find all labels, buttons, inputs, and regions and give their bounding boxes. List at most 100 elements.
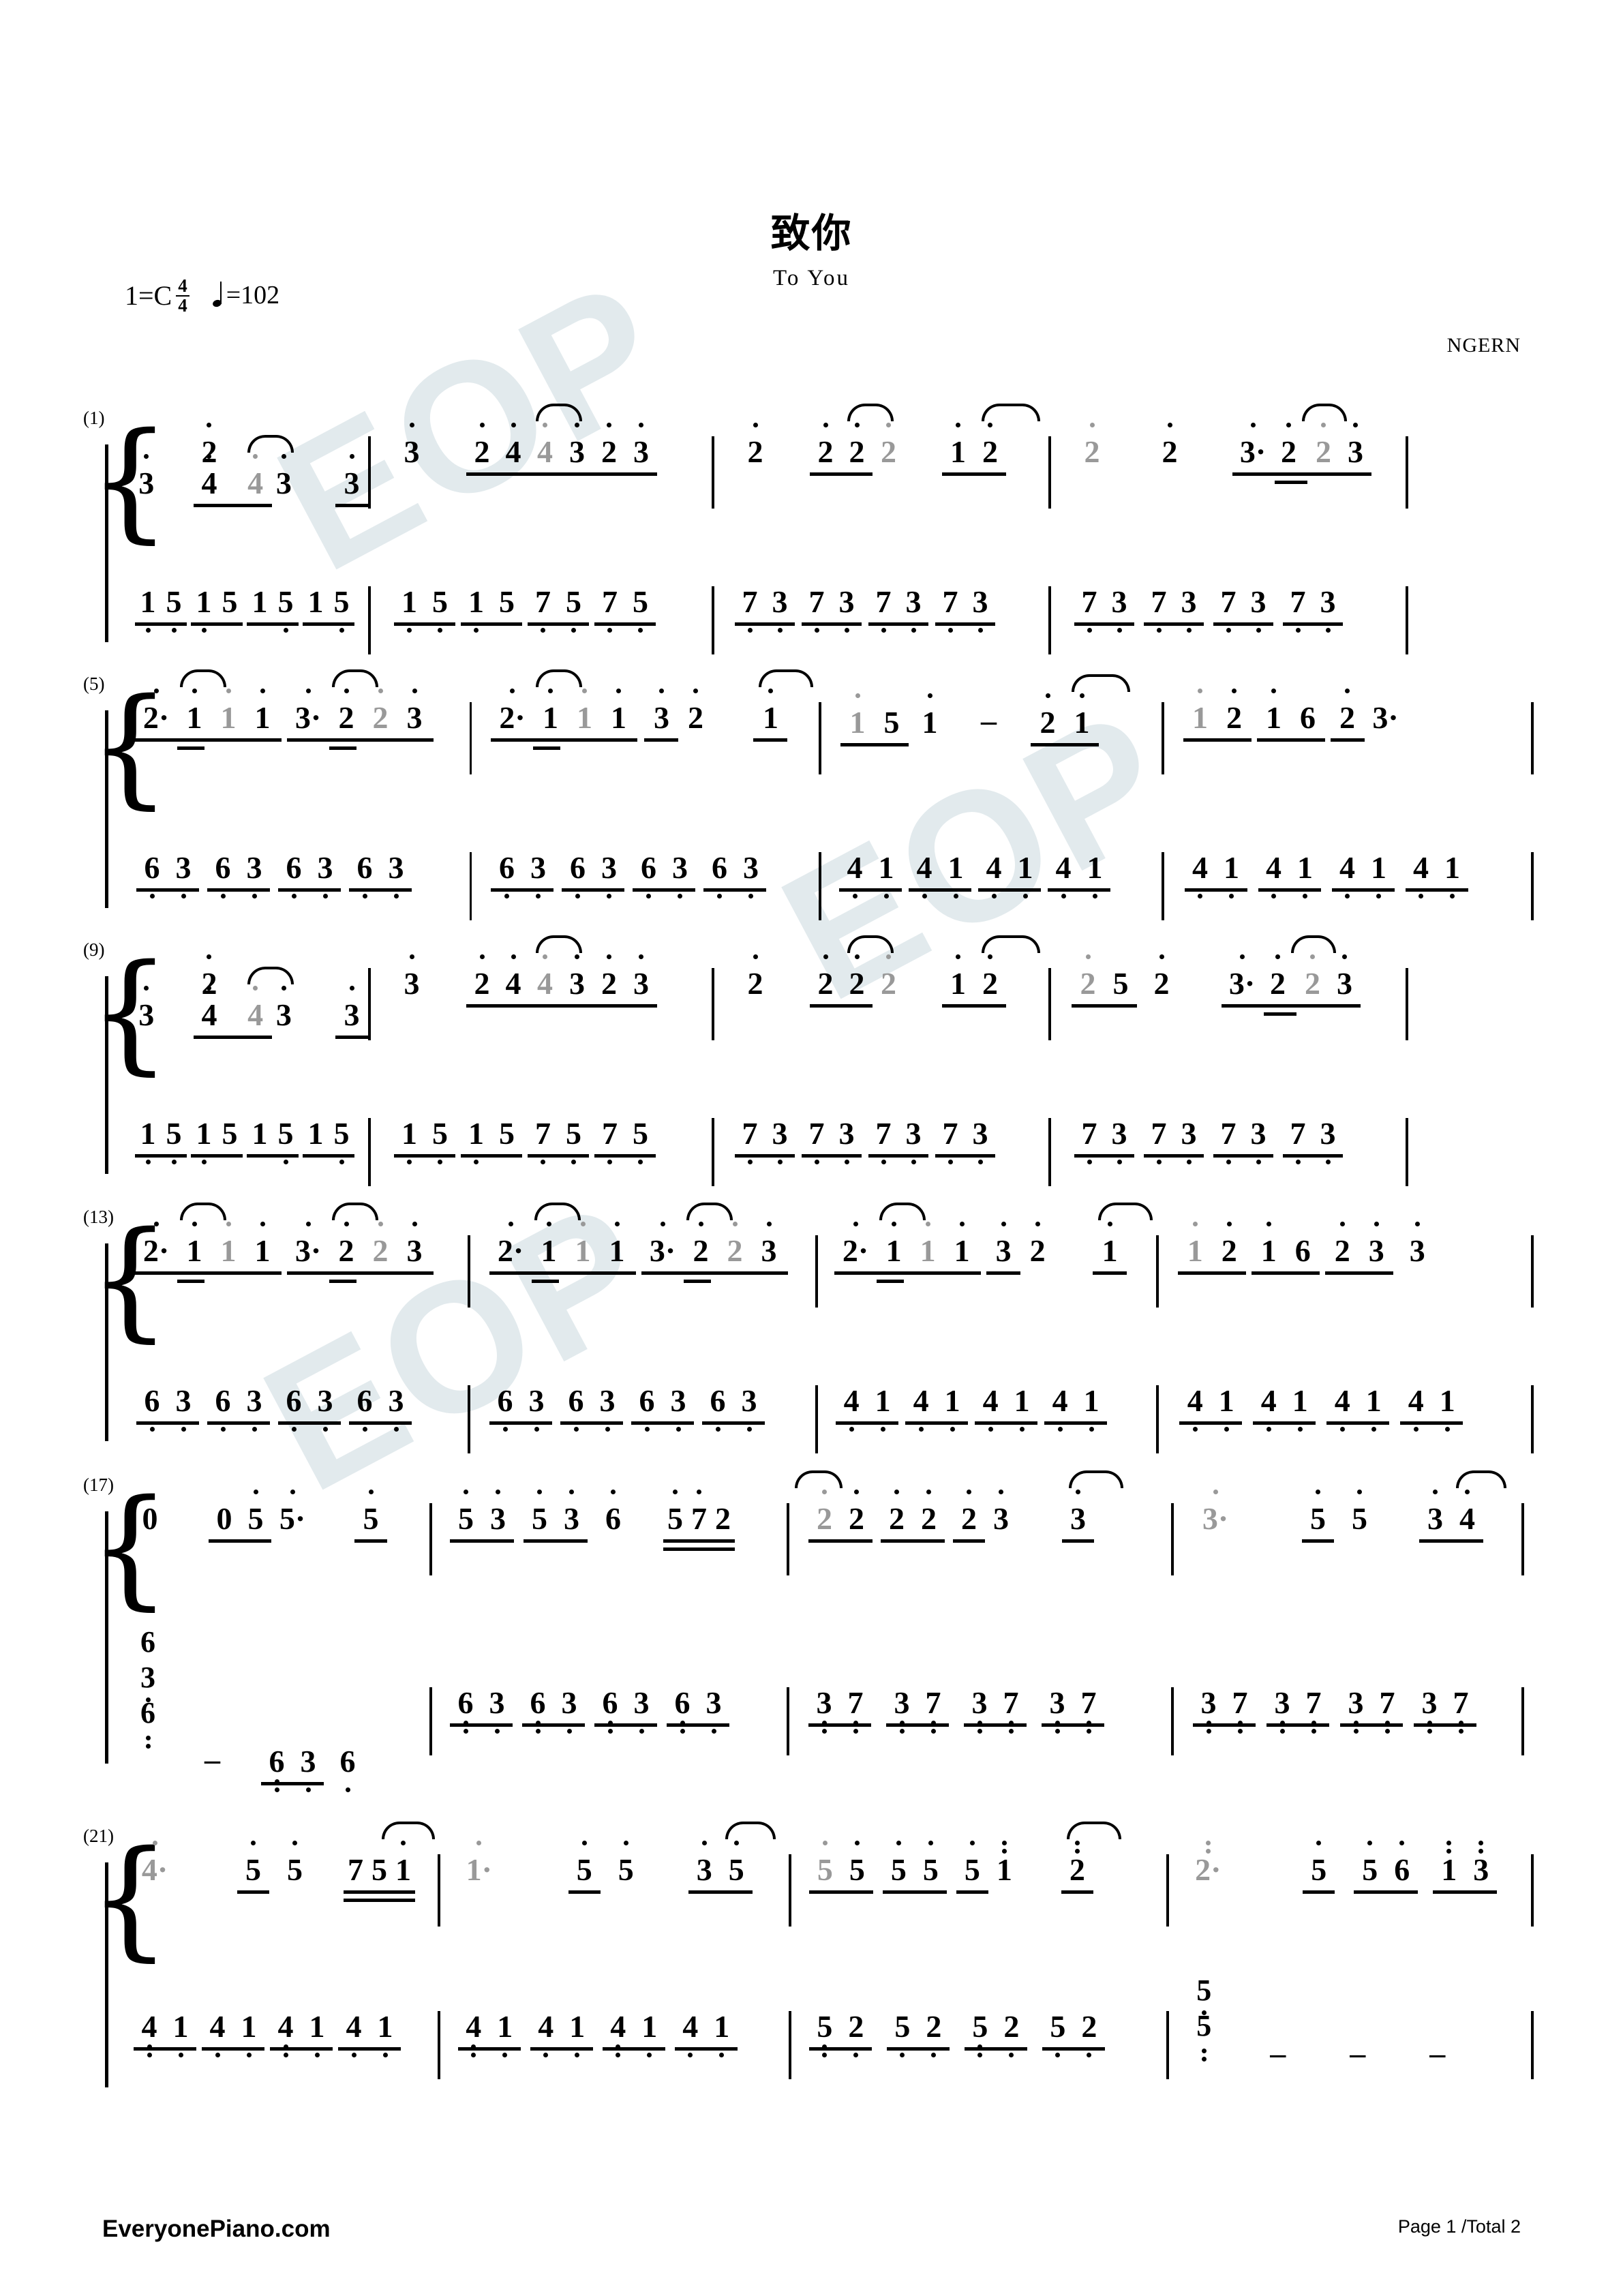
beam (491, 738, 638, 742)
note: 2 (974, 423, 1006, 468)
note: 6 (562, 852, 593, 898)
note: 1 (177, 1222, 211, 1267)
note: 5 (887, 2011, 918, 2057)
note: 3 (965, 586, 995, 633)
note: 5 (841, 1841, 873, 1886)
note: 7 (1213, 586, 1243, 633)
beam (1222, 1004, 1296, 1008)
note: 4 (270, 2011, 301, 2057)
barline (1521, 1503, 1524, 1575)
note: 7 (594, 1118, 625, 1164)
note: 6 (667, 1687, 698, 1734)
beam (1144, 1154, 1204, 1158)
beam (194, 504, 239, 507)
note: 4· (134, 1841, 176, 1886)
beam (1184, 888, 1247, 892)
note: 1 (307, 584, 324, 619)
tie (332, 669, 378, 687)
note: 4 (458, 2011, 489, 2057)
note: 4 (134, 2011, 165, 2057)
note: 3 (1243, 586, 1273, 633)
note: 3 (1193, 1687, 1224, 1734)
note: 4 (1326, 1385, 1358, 1432)
tie (1072, 674, 1130, 692)
beam (1283, 1154, 1343, 1158)
beam (135, 738, 282, 742)
beam (802, 622, 862, 626)
note: 2 (466, 954, 498, 999)
footer-page-info: Page 1 /Total 2 (1397, 2216, 1521, 2237)
note: 3 (1400, 1222, 1434, 1267)
measure-13-bass: 63 63 63 63 (116, 1385, 468, 1432)
measure-20-treble: 3· 5 5 34 (1174, 1470, 1521, 1543)
beam (136, 1421, 199, 1425)
beam (1183, 738, 1252, 742)
beam (1178, 1271, 1247, 1275)
beam (349, 1421, 412, 1425)
note: 2· (489, 1222, 532, 1267)
note: 3 (1104, 1118, 1134, 1164)
note: 1 (1433, 1841, 1465, 1886)
note: 4 (498, 423, 529, 468)
beam (593, 1004, 657, 1008)
note: 1 (1257, 689, 1291, 734)
tie (982, 935, 1040, 953)
measure-18-bass: 63 63 63 63 (432, 1687, 787, 1734)
beam (1213, 1154, 1273, 1158)
measure-1-bass: 15 15 15 15 (116, 584, 368, 633)
measure-4-bass: 73 73 73 73 (1051, 586, 1406, 633)
note: 3 (521, 1385, 552, 1432)
beam (644, 738, 679, 742)
barline (1531, 702, 1534, 774)
beam (344, 1890, 415, 1894)
tempo-value: =102 (226, 281, 280, 309)
note: 2 (840, 2011, 872, 2057)
measure-19-bass: 37 37 37 37 (789, 1687, 1171, 1734)
system-2: (5) { 2· 1 1 1 3· 2 2 3 2· 1 1 1 3 2 1 1… (83, 669, 1534, 927)
beam (344, 1899, 415, 1902)
beam (191, 622, 243, 626)
note: 2 (1212, 1222, 1246, 1267)
note: 3 (986, 1222, 1020, 1267)
beam (457, 2047, 521, 2051)
note: 7 (917, 1687, 949, 1734)
tie (1456, 1470, 1506, 1488)
note: 4 (675, 2011, 706, 2057)
barline (1521, 1687, 1524, 1755)
bass-staff-row-5: 6 3 6 – 63 6 63 63 63 63 37 3 7 3 7 3 7 … (116, 1627, 1534, 1792)
beam (886, 1723, 949, 1727)
note: 3 (664, 852, 695, 898)
note: 6 (349, 852, 380, 898)
measure-12-bass: 73 73 73 73 (1051, 1118, 1406, 1164)
note: 3 (272, 986, 296, 1031)
tempo-marking: =102 (213, 280, 279, 310)
note: 5 (809, 2011, 840, 2057)
note: 3· (287, 1222, 329, 1267)
beam (935, 622, 995, 626)
note: 5 (450, 1490, 482, 1535)
beam (287, 738, 434, 742)
note: 1 (252, 584, 268, 619)
beam (270, 2047, 333, 2051)
beam (882, 1890, 947, 1894)
measure-13-treble: 2· 1 1 1 3· 2 2 3 (116, 1203, 468, 1283)
beam (568, 1890, 601, 1894)
beam (808, 1723, 871, 1727)
note: 2 (1155, 423, 1185, 468)
beam (287, 1271, 434, 1275)
tie (180, 1203, 226, 1220)
note: 3 (964, 1687, 995, 1734)
note: 3 (965, 1118, 995, 1164)
beam (533, 746, 561, 750)
note: 7 (1144, 586, 1174, 633)
note: 6 (207, 1385, 239, 1432)
note: 1 (233, 2011, 264, 2057)
beam (450, 1723, 513, 1727)
note: 1 (461, 1118, 491, 1164)
note: 3 (1243, 1118, 1273, 1164)
tie (247, 435, 294, 453)
note: 3 (808, 1687, 840, 1734)
measure-15-bass: 41 41 41 41 (818, 1385, 1156, 1432)
beam (349, 888, 412, 892)
note: 6 (633, 852, 664, 898)
